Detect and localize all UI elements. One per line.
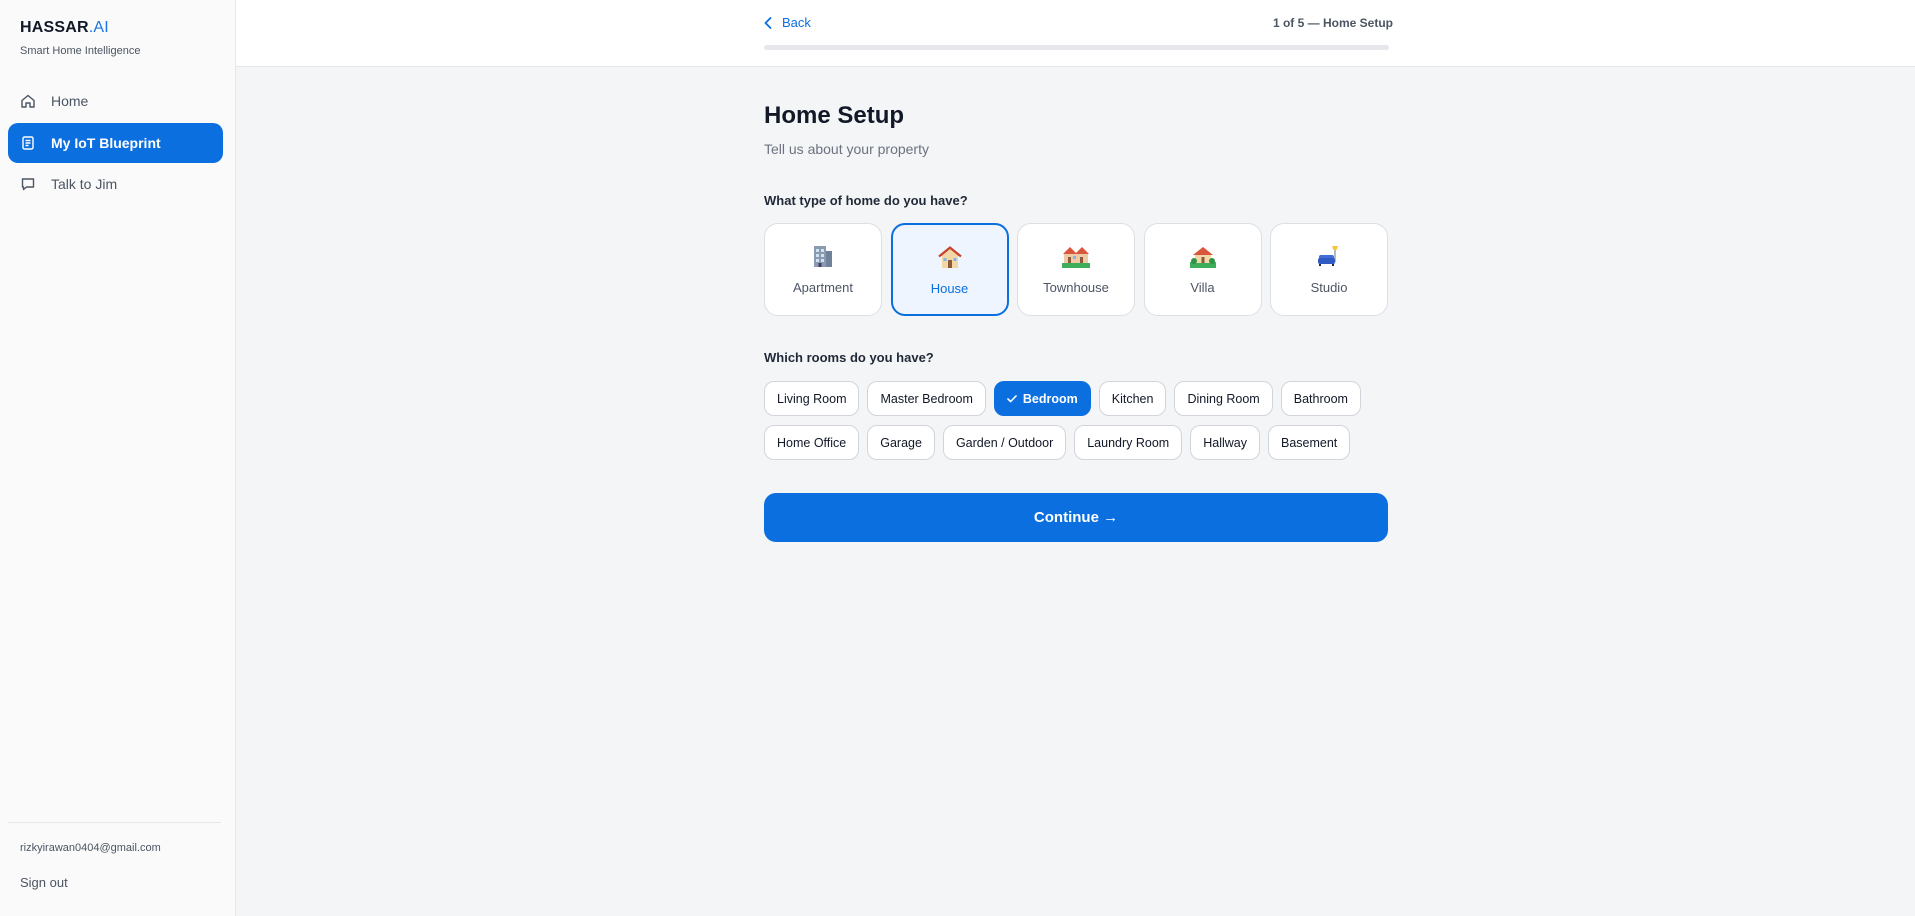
home-type-label: Villa [1190,280,1215,295]
home-type-townhouse[interactable]: Townhouse [1017,223,1135,316]
document-icon [20,135,36,151]
room-chip-master-bedroom[interactable]: Master Bedroom [867,381,986,416]
rooms-question: Which rooms do you have? [764,350,934,365]
top-bar: Back 1 of 5 — Home Setup [236,0,1915,67]
home-type-studio[interactable]: Studio [1270,223,1388,316]
room-chip-garage[interactable]: Garage [867,425,935,460]
home-type-label: Apartment [793,280,853,295]
chat-icon [20,176,36,192]
room-chip-basement[interactable]: Basement [1268,425,1351,460]
room-chip-garden-outdoor[interactable]: Garden / Outdoor [942,425,1067,460]
chevron-left-icon [764,16,772,29]
page-subtitle: Tell us about your property [764,141,929,157]
check-icon [1007,394,1017,403]
sidebar-divider [8,822,221,823]
room-row: Living Room Master Bedroom Bedroom Kitch… [764,381,1388,416]
room-row: Home Office Garage Garden / Outdoor Laun… [764,425,1388,460]
sidebar-item-blueprint[interactable]: My IoT Blueprint [8,123,223,163]
home-type-label: Townhouse [1043,280,1109,295]
room-chip-laundry-room[interactable]: Laundry Room [1074,425,1183,460]
sidebar-item-label: Talk to Jim [51,176,118,192]
studio-couch-icon [1316,242,1342,270]
continue-button[interactable]: Continue → [764,493,1388,542]
back-label: Back [782,15,811,30]
room-chip-label: Bedroom [1022,391,1078,406]
room-chip-hallway[interactable]: Hallway [1190,425,1260,460]
back-button[interactable]: Back [764,15,811,30]
room-options: Living Room Master Bedroom Bedroom Kitch… [764,381,1388,469]
sidebar: HASSAR.AI Smart Home Intelligence Home M… [0,0,236,916]
brand-logo[interactable]: HASSAR.AI [20,19,109,37]
sidebar-item-home[interactable]: Home [8,81,223,121]
townhouse-icon [1062,242,1090,270]
home-icon [20,93,36,109]
sidebar-item-label: Home [51,93,89,109]
room-chip-bedroom[interactable]: Bedroom [993,381,1091,416]
step-indicator: 1 of 5 — Home Setup [1272,16,1393,30]
brand-tagline: Smart Home Intelligence [20,45,141,57]
home-type-options: Apartment House Townhouse Villa Studio [764,223,1388,316]
progress-bar [764,45,1389,50]
page-title: Home Setup [764,102,905,129]
sidebar-item-label: My IoT Blueprint [51,135,161,151]
sidebar-item-talk-to-jim[interactable]: Talk to Jim [8,164,223,204]
room-chip-kitchen[interactable]: Kitchen [1098,381,1167,416]
home-type-house[interactable]: House [890,223,1009,316]
room-chip-living-room[interactable]: Living Room [764,381,860,416]
room-chip-home-office[interactable]: Home Office [764,425,860,460]
home-type-label: Studio [1310,280,1348,295]
house-icon [937,243,963,271]
home-type-apartment[interactable]: Apartment [764,223,882,316]
home-type-question: What type of home do you have? [764,193,968,208]
home-type-villa[interactable]: Villa [1143,223,1262,316]
brand-suffix: .AI [88,19,109,36]
sign-out-link[interactable]: Sign out [20,875,68,890]
brand-name: HASSAR [20,19,89,36]
home-type-label: House [930,281,969,296]
room-chip-bathroom[interactable]: Bathroom [1280,381,1361,416]
room-chip-dining-room[interactable]: Dining Room [1174,381,1273,416]
user-email: rizkyirawan0404@gmail.com [20,842,161,854]
villa-icon [1189,242,1216,270]
apartment-building-icon [810,242,836,270]
